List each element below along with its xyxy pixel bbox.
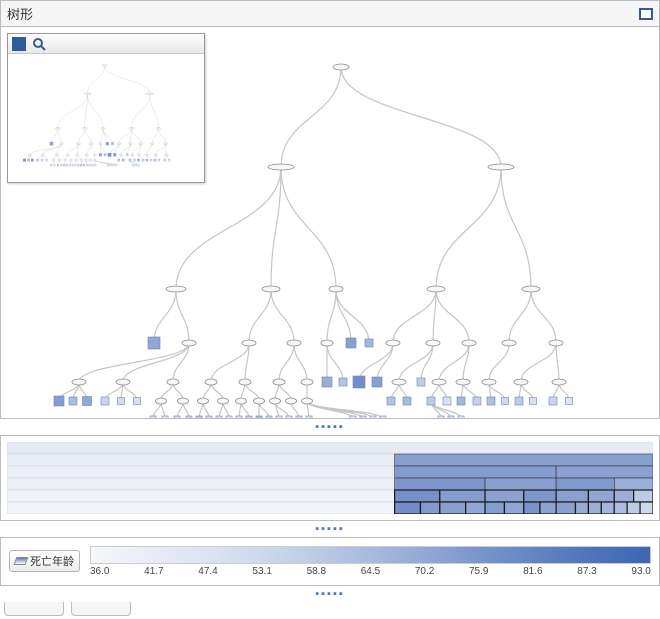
splitter-2[interactable]: ▪▪▪▪▪	[0, 521, 660, 537]
icicle-chart[interactable]	[0, 435, 660, 521]
splitter-3[interactable]: ▪▪▪▪▪	[0, 586, 660, 602]
overview-tree	[8, 54, 204, 182]
color-gradient[interactable]	[90, 546, 651, 564]
legend-ticks: 36.0 41.7 47.4 53.1 58.8 64.5 70.2 75.9 81.6 87.3…	[90, 566, 651, 577]
panel-title: 树形	[7, 4, 33, 23]
tick: 81.6	[523, 566, 542, 577]
tick: 36.0	[90, 566, 109, 577]
overview-toolbar	[8, 34, 204, 54]
legend: 死亡年龄 36.0 41.7 47.4 53.1 58.8 64.5 70.2 75.9 81.…	[0, 537, 660, 586]
tick: 64.5	[361, 566, 380, 577]
tick: 75.9	[469, 566, 488, 577]
tick: 53.1	[252, 566, 271, 577]
tab-2[interactable]	[71, 602, 131, 616]
panel-header: 树形	[0, 0, 660, 27]
tick: 47.4	[198, 566, 217, 577]
eraser-icon	[14, 557, 29, 565]
fit-window-icon[interactable]	[12, 37, 26, 51]
colorbar: 36.0 41.7 47.4 53.1 58.8 64.5 70.2 75.9 81.6 87.3…	[90, 546, 651, 577]
tick: 41.7	[144, 566, 163, 577]
tick: 58.8	[307, 566, 326, 577]
tick: 70.2	[415, 566, 434, 577]
overview-panel[interactable]	[7, 33, 205, 183]
tick: 93.0	[631, 566, 650, 577]
bottom-tabs	[0, 602, 660, 619]
legend-variable-button[interactable]: 死亡年龄	[9, 550, 80, 572]
tab-1[interactable]	[4, 602, 64, 616]
tree-viewer[interactable]	[0, 27, 660, 419]
tree-panel: 树形 ▪▪▪▪▪ ▪▪▪▪▪ 死亡年龄 36.0 41.7 47.4 53.1 58.8…	[0, 0, 660, 619]
legend-label: 死亡年龄	[30, 553, 74, 569]
tick: 87.3	[577, 566, 596, 577]
splitter-1[interactable]: ▪▪▪▪▪	[0, 419, 660, 435]
zoom-icon[interactable]	[32, 37, 46, 51]
maximize-icon[interactable]	[639, 8, 653, 20]
